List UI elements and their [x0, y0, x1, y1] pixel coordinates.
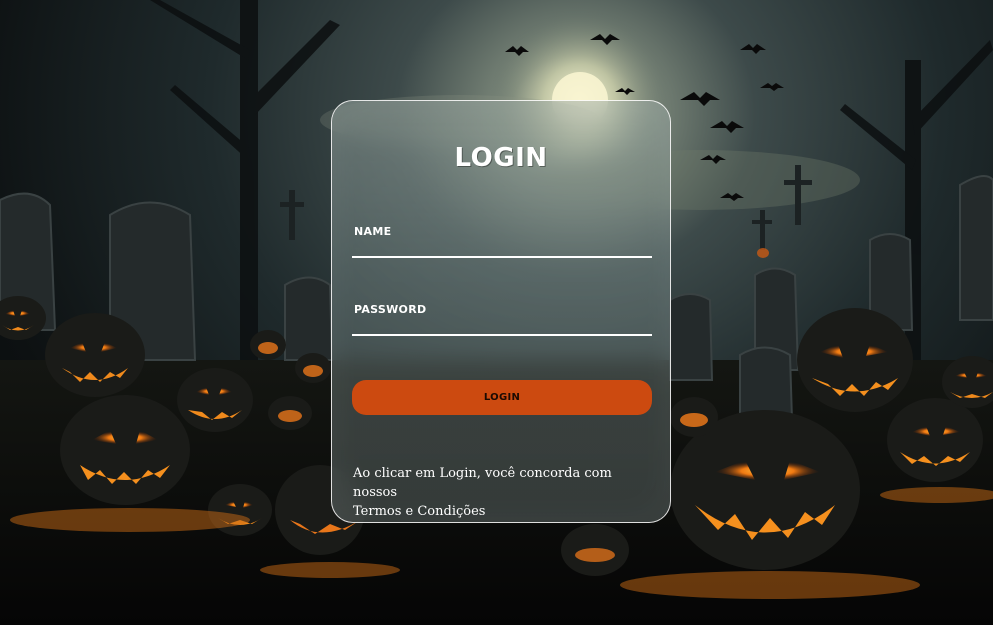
password-input[interactable] — [352, 317, 652, 333]
login-title: LOGIN — [454, 143, 548, 173]
login-button[interactable]: LOGIN — [352, 380, 652, 415]
terms-text: Ao clicar em Login, você concorda com no… — [353, 464, 653, 521]
login-page: LOGIN NAME PASSWORD LOGIN Ao clicar em L… — [0, 0, 993, 625]
password-field: PASSWORD — [352, 303, 652, 336]
name-field: NAME — [352, 225, 652, 258]
terms-link[interactable]: Termos e Condições — [353, 504, 485, 519]
password-underline — [352, 334, 652, 336]
password-label: PASSWORD — [354, 303, 427, 316]
name-input[interactable] — [352, 239, 652, 255]
login-card: LOGIN NAME PASSWORD LOGIN Ao clicar em L… — [331, 100, 671, 523]
terms-prefix: Ao clicar em Login, você concorda com no… — [353, 466, 612, 500]
name-underline — [352, 256, 652, 258]
name-label: NAME — [354, 225, 392, 238]
